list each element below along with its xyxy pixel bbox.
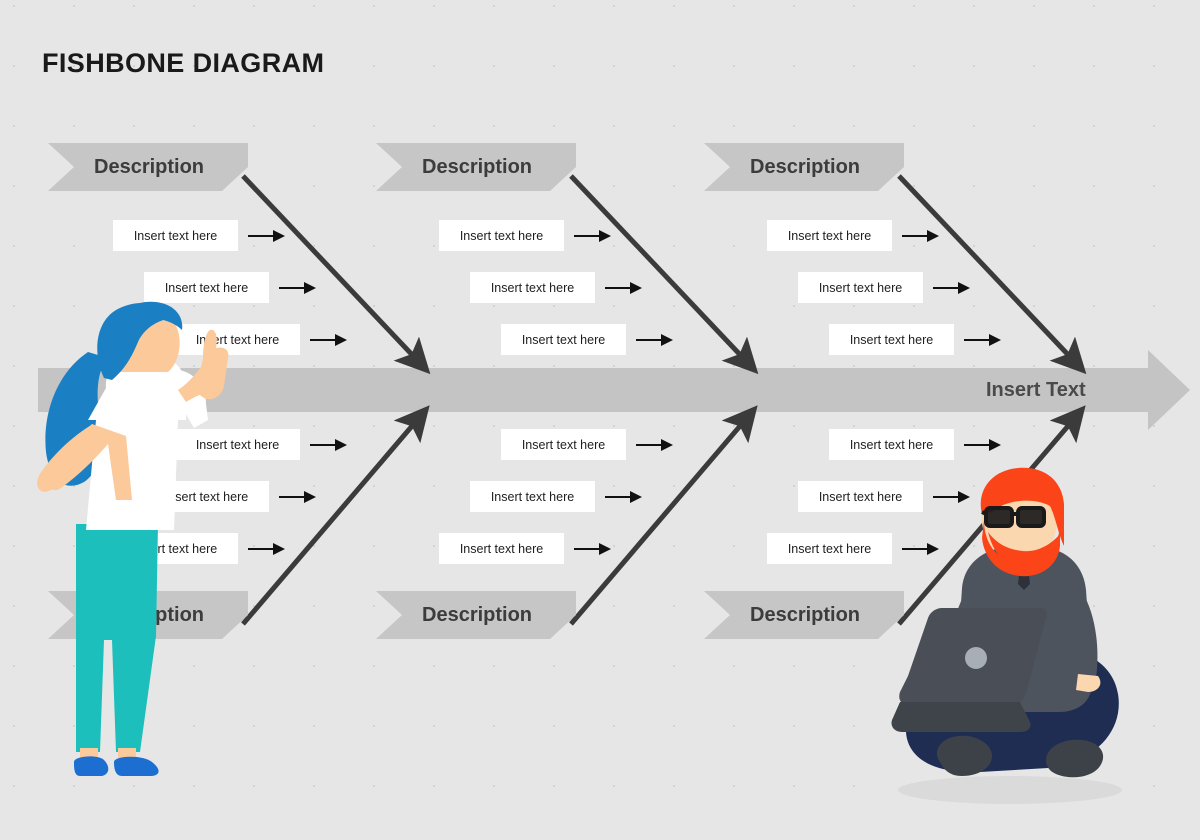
man-glasses-icon bbox=[981, 506, 1046, 528]
woman-pointing-hand bbox=[196, 329, 229, 400]
man-shadow bbox=[898, 776, 1122, 804]
man-hand-right bbox=[1076, 674, 1101, 692]
man-laptop-logo bbox=[965, 647, 987, 669]
woman-pants bbox=[76, 524, 158, 752]
man-laptop-base bbox=[891, 702, 1031, 732]
illustrations-layer bbox=[37, 301, 1122, 804]
woman-shoe-right bbox=[114, 756, 159, 776]
man-with-laptop-illustration bbox=[891, 467, 1122, 804]
woman-pointing-illustration bbox=[37, 301, 229, 776]
woman-shoe-left bbox=[74, 756, 109, 776]
